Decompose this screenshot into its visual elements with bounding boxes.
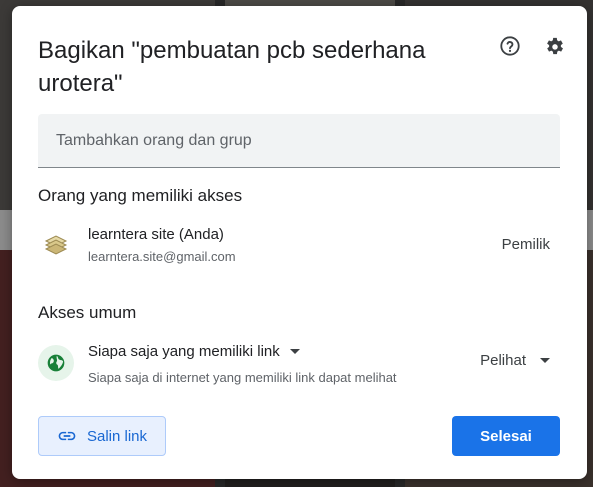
person-row: learntera site (Anda) learntera.site@gma… <box>38 224 560 270</box>
share-dialog: Bagikan "pembuatan pcb sederhana urotera… <box>12 6 587 479</box>
general-access-description: Siapa saja di internet yang memiliki lin… <box>88 370 397 385</box>
general-access-row: Siapa saja yang memiliki link Siapa saja… <box>38 341 560 393</box>
add-people-input[interactable] <box>38 114 560 167</box>
help-icon[interactable] <box>498 34 522 58</box>
copy-link-label: Salin link <box>86 427 148 445</box>
book-logo-icon <box>42 231 70 259</box>
general-access-role-dropdown[interactable]: Pelihat <box>480 352 550 369</box>
gear-icon[interactable] <box>543 34 567 58</box>
general-access-selected: Siapa saja yang memiliki link <box>88 343 280 360</box>
add-people-field[interactable] <box>38 114 560 168</box>
chevron-down-icon <box>289 349 300 354</box>
general-access-dropdown[interactable]: Siapa saja yang memiliki link <box>88 343 300 360</box>
link-icon <box>57 426 77 446</box>
globe-icon <box>38 345 74 381</box>
general-access-heading: Akses umum <box>38 303 137 322</box>
dialog-title: Bagikan "pembuatan pcb sederhana urotera… <box>38 37 426 97</box>
chevron-down-icon <box>540 358 550 363</box>
person-email: learntera.site@gmail.com <box>88 249 236 264</box>
copy-link-button[interactable]: Salin link <box>38 416 166 456</box>
general-access-role: Pelihat <box>480 352 526 369</box>
person-name: learntera site (Anda) <box>88 226 224 243</box>
done-button[interactable]: Selesai <box>452 416 560 456</box>
person-role: Pemilik <box>501 236 550 253</box>
people-with-access-heading: Orang yang memiliki akses <box>38 186 243 205</box>
